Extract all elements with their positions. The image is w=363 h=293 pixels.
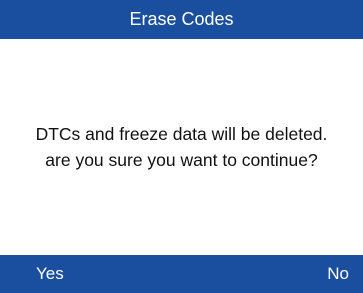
- title-bar: Erase Codes: [0, 0, 363, 39]
- yes-button[interactable]: Yes: [36, 255, 64, 293]
- message-line-2: are you sure you want to continue?: [45, 150, 318, 170]
- confirmation-message: DTCs and freeze data will be deleted. ar…: [0, 39, 363, 255]
- message-line-1: DTCs and freeze data will be deleted.: [35, 124, 328, 144]
- erase-codes-screen: Erase Codes DTCs and freeze data will be…: [0, 0, 363, 293]
- page-title: Erase Codes: [129, 9, 234, 29]
- no-button[interactable]: No: [327, 255, 349, 293]
- softkey-bar: Yes No: [0, 255, 363, 293]
